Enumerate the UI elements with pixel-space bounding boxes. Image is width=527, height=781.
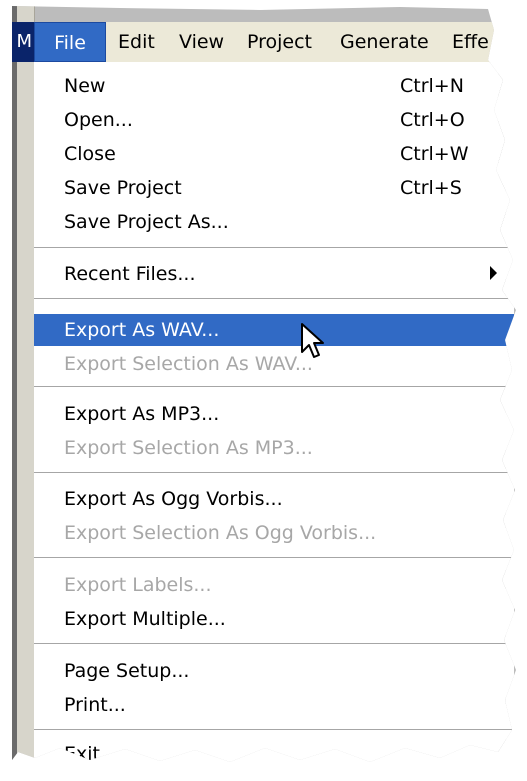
menu-item-recent-files[interactable]: Recent Files... bbox=[34, 258, 514, 290]
shortcut-label: Ctrl+N bbox=[400, 75, 464, 97]
menu-item-new[interactable]: New Ctrl+N bbox=[34, 70, 514, 102]
shortcut-label: Ctrl+O bbox=[400, 109, 465, 131]
menu-item-print[interactable]: Print... bbox=[34, 689, 514, 721]
menu-separator bbox=[34, 247, 514, 249]
menu-item-label: Open... bbox=[64, 109, 133, 131]
menu-separator bbox=[34, 729, 514, 731]
menu-item-export-selection-ogg: Export Selection As Ogg Vorbis... bbox=[34, 517, 514, 549]
torn-screenshot: M File Edit View Project Generate Effe N… bbox=[12, 6, 516, 762]
menu-item-label: Export Selection As Ogg Vorbis... bbox=[64, 522, 377, 544]
menu-item-export-multiple[interactable]: Export Multiple... bbox=[34, 603, 514, 635]
window-frame-edge bbox=[12, 6, 17, 762]
menu-generate[interactable]: Generate bbox=[340, 22, 429, 62]
submenu-arrow-icon bbox=[490, 266, 497, 280]
menu-project[interactable]: Project bbox=[247, 22, 312, 62]
menu-item-label: Export As MP3... bbox=[64, 403, 220, 425]
menu-item-label: Export Selection As MP3... bbox=[64, 437, 313, 459]
menu-item-label: Print... bbox=[64, 694, 126, 716]
menu-item-label: Save Project As... bbox=[64, 211, 229, 233]
arrow-cursor-icon bbox=[301, 323, 324, 358]
app-menu-icon[interactable]: M bbox=[12, 22, 34, 62]
menu-bar: File Edit View Project Generate Effe bbox=[34, 22, 514, 63]
menu-edit[interactable]: Edit bbox=[118, 22, 155, 62]
menu-item-export-ogg[interactable]: Export As Ogg Vorbis... bbox=[34, 483, 514, 515]
file-menu-dropdown: New Ctrl+N Open... Ctrl+O Close Ctrl+W S… bbox=[34, 62, 514, 762]
menu-separator bbox=[34, 386, 514, 388]
menu-item-export-selection-mp3: Export Selection As MP3... bbox=[34, 432, 514, 464]
menu-item-page-setup[interactable]: Page Setup... bbox=[34, 655, 514, 687]
menu-item-exit[interactable]: Exit bbox=[34, 738, 514, 765]
menu-item-label: Recent Files... bbox=[64, 263, 196, 285]
menu-separator bbox=[34, 643, 514, 645]
menu-item-label: Export As Ogg Vorbis... bbox=[64, 488, 283, 510]
menu-separator bbox=[34, 298, 514, 300]
menu-item-label: Save Project bbox=[64, 177, 182, 199]
menu-item-label: Export As WAV... bbox=[64, 319, 220, 341]
menu-item-label: Export Multiple... bbox=[64, 608, 226, 630]
menu-item-close[interactable]: Close Ctrl+W bbox=[34, 138, 514, 170]
menu-item-label: Exit bbox=[64, 743, 100, 765]
menu-item-label: Export Selection As WAV... bbox=[64, 353, 313, 375]
shortcut-label: Ctrl+S bbox=[400, 177, 462, 199]
menu-separator bbox=[34, 472, 514, 474]
menu-effect[interactable]: Effe bbox=[452, 22, 489, 62]
menu-item-open[interactable]: Open... Ctrl+O bbox=[34, 104, 514, 136]
menu-item-label: Page Setup... bbox=[64, 660, 190, 682]
menu-item-save-project-as[interactable]: Save Project As... bbox=[34, 206, 514, 238]
menu-item-save-project[interactable]: Save Project Ctrl+S bbox=[34, 172, 514, 204]
shortcut-label: Ctrl+W bbox=[400, 143, 469, 165]
menu-separator bbox=[34, 557, 514, 559]
menu-item-export-mp3[interactable]: Export As MP3... bbox=[34, 398, 514, 430]
menu-item-label: Export Labels... bbox=[64, 574, 212, 596]
menu-item-label: New bbox=[64, 75, 106, 97]
menu-item-label: Close bbox=[64, 143, 116, 165]
menu-item-export-selection-wav: Export Selection As WAV... bbox=[34, 348, 514, 380]
menu-view[interactable]: View bbox=[179, 22, 224, 62]
screenshot-stage: M File Edit View Project Generate Effe N… bbox=[0, 0, 527, 781]
menu-item-export-wav[interactable]: Export As WAV... bbox=[34, 314, 514, 346]
menu-item-export-labels: Export Labels... bbox=[34, 569, 514, 601]
menu-file[interactable]: File bbox=[34, 22, 106, 62]
